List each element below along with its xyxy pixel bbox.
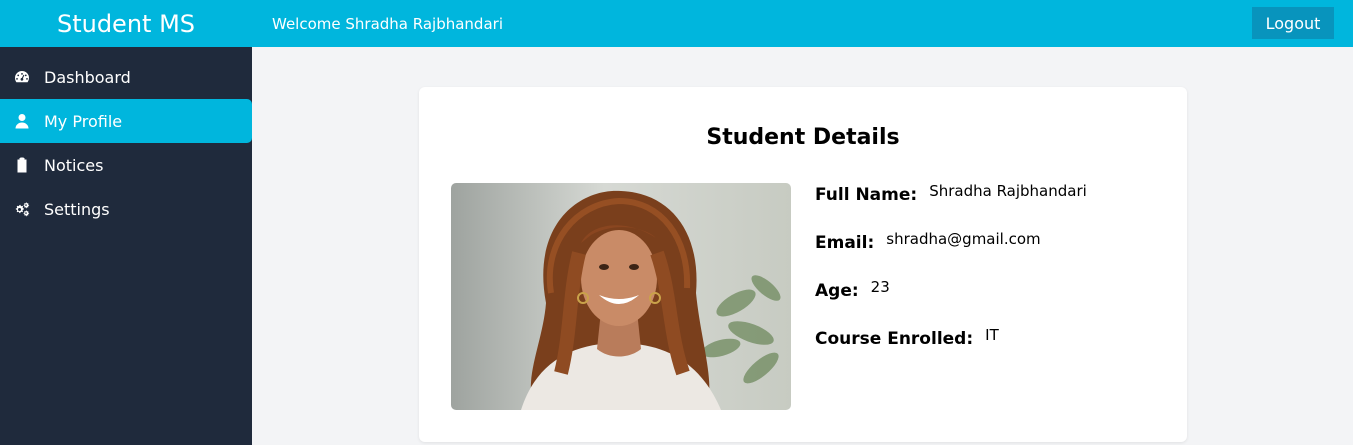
gears-icon — [0, 201, 44, 217]
sidebar-item-my-profile[interactable]: My Profile — [0, 99, 252, 143]
course-value: IT — [985, 326, 999, 344]
user-icon — [0, 113, 44, 129]
sidebar-item-label: Settings — [44, 199, 110, 219]
age-row: Age: 23 — [815, 278, 1087, 329]
student-photo — [451, 183, 791, 410]
email-row: Email: shradha@gmail.com — [815, 230, 1087, 281]
clipboard-icon — [0, 157, 44, 173]
email-value: shradha@gmail.com — [886, 230, 1041, 248]
sidebar-item-dashboard[interactable]: Dashboard — [0, 55, 252, 99]
student-details-card: Student Details Full Name: Shradha Rajbh… — [419, 87, 1187, 442]
age-value: 23 — [870, 278, 890, 296]
student-details: Full Name: Shradha Rajbhandari Email: sh… — [815, 182, 1087, 377]
sidebar-item-settings[interactable]: Settings — [0, 187, 252, 231]
welcome-message: Welcome Shradha Rajbhandari — [272, 14, 503, 33]
full-name-value: Shradha Rajbhandari — [929, 182, 1087, 200]
app-brand[interactable]: Student MS — [0, 10, 252, 38]
sidebar-item-label: My Profile — [44, 111, 123, 131]
full-name-row: Full Name: Shradha Rajbhandari — [815, 182, 1087, 233]
speedometer-icon — [0, 69, 44, 85]
full-name-label: Full Name: — [815, 185, 918, 205]
sidebar-item-notices[interactable]: Notices — [0, 143, 252, 187]
top-bar: Student MS Welcome Shradha Rajbhandari L… — [0, 0, 1353, 47]
logout-button[interactable]: Logout — [1252, 7, 1334, 39]
card-title: Student Details — [706, 125, 900, 150]
sidebar-item-label: Notices — [44, 155, 104, 175]
sidebar-item-label: Dashboard — [44, 67, 131, 87]
sidebar: Dashboard My Profile Notices Settings — [0, 47, 252, 445]
age-label: Age: — [815, 281, 859, 301]
email-label: Email: — [815, 233, 875, 253]
course-row: Course Enrolled: IT — [815, 326, 1087, 377]
course-label: Course Enrolled: — [815, 329, 974, 349]
